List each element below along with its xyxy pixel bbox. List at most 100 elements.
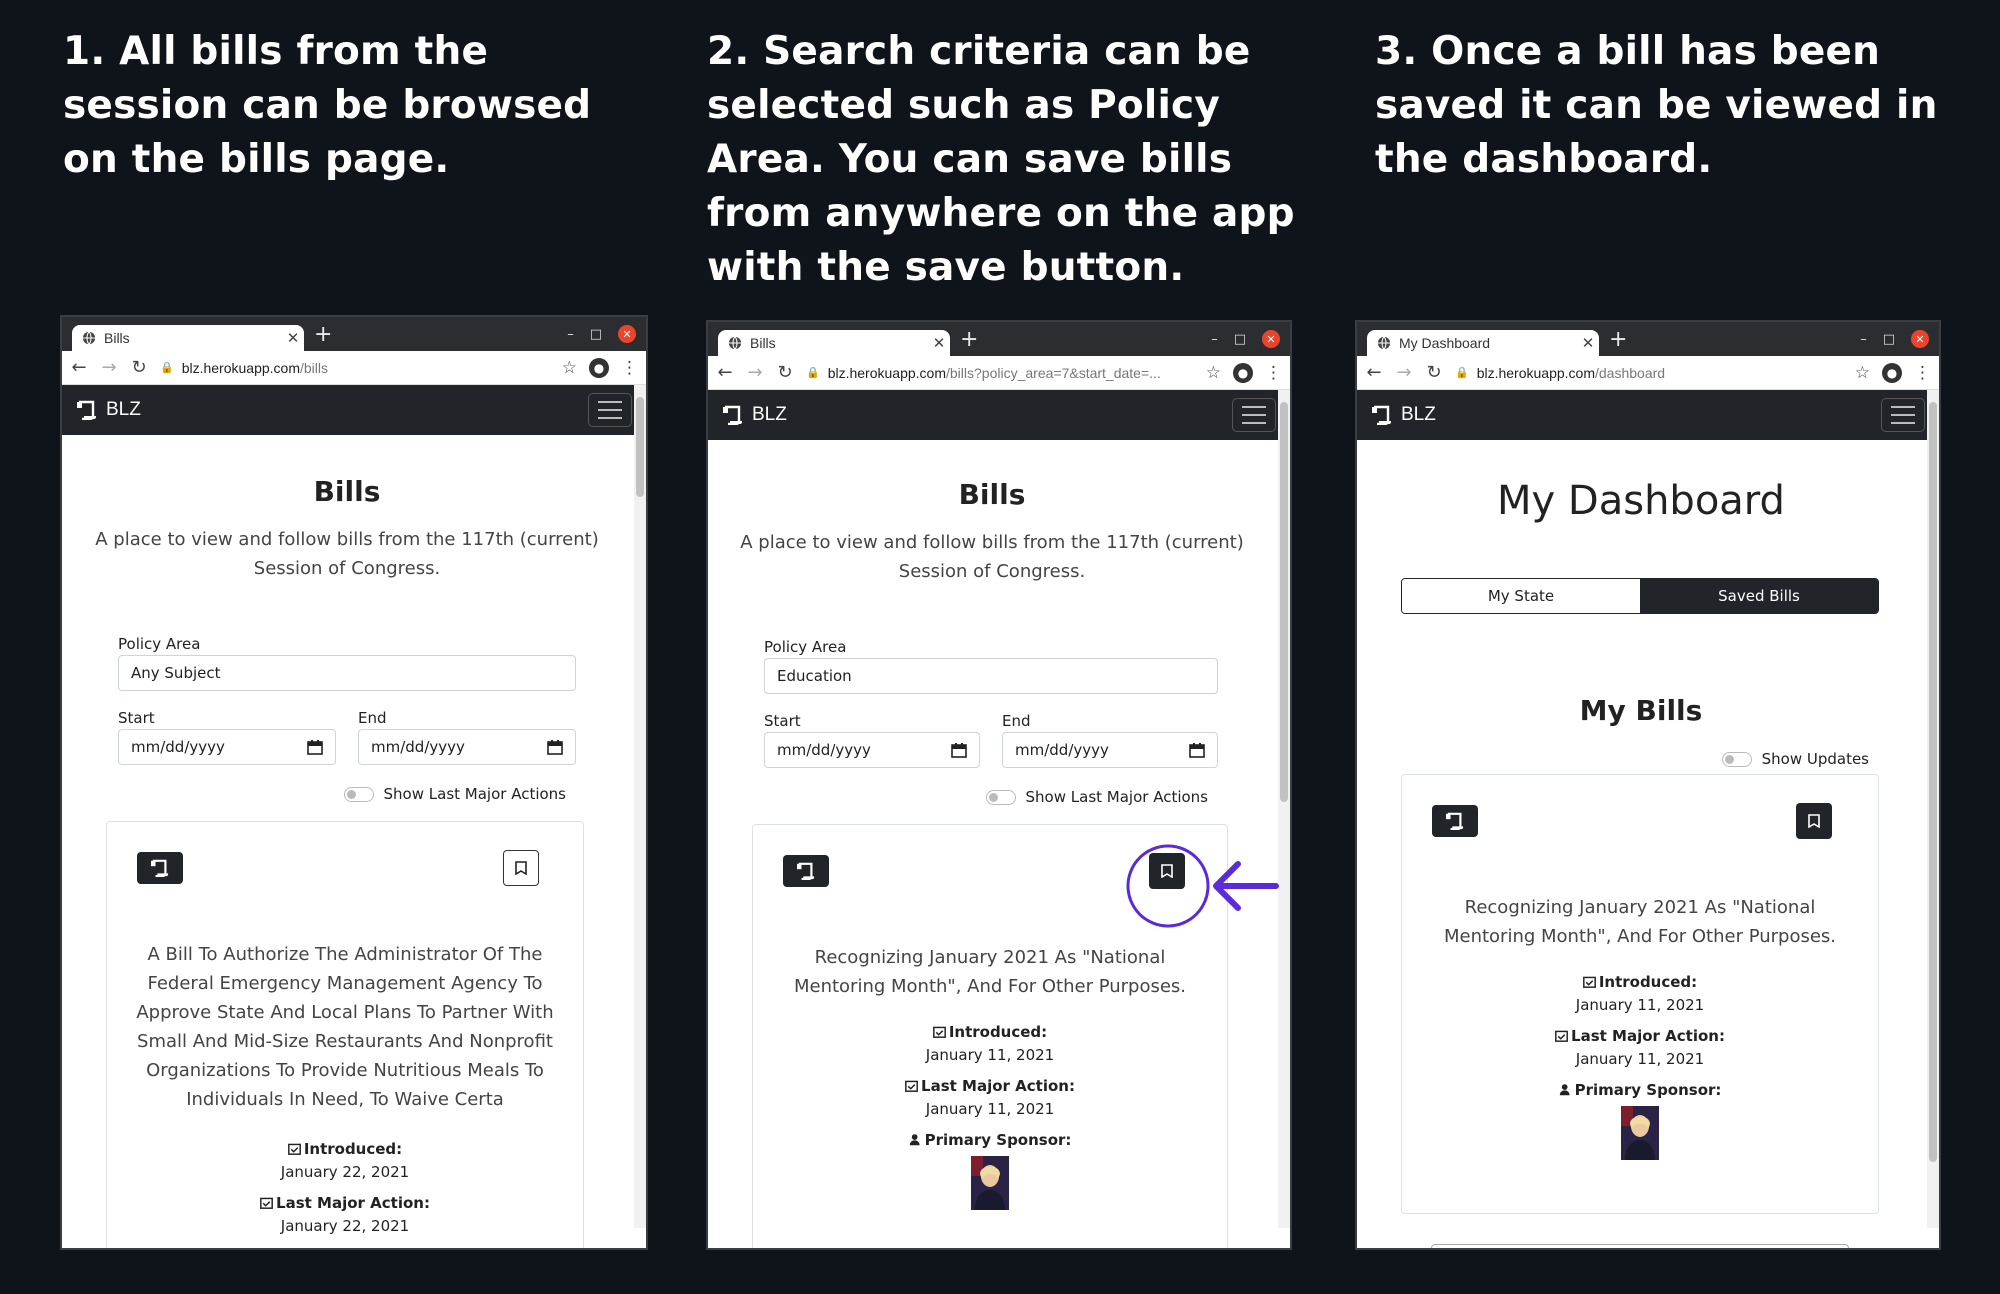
- menu-toggle-button[interactable]: [1232, 398, 1276, 432]
- globe-icon: [82, 331, 96, 345]
- browser-tab[interactable]: My Dashboard ✕: [1367, 330, 1599, 356]
- brand-link[interactable]: BLZ: [76, 399, 141, 421]
- bookmark-star-icon[interactable]: ☆: [1855, 363, 1870, 383]
- start-date-input[interactable]: mm/dd/yyyy: [764, 732, 980, 768]
- brand-link[interactable]: BLZ: [1371, 404, 1436, 426]
- bill-link-button[interactable]: [783, 855, 829, 887]
- bill-link-button[interactable]: [1432, 805, 1478, 837]
- bill-title[interactable]: Recognizing January 2021 As "National Me…: [1422, 893, 1858, 951]
- bill-meta: Introduced: January 22, 2021 Last Major …: [107, 1138, 583, 1238]
- back-icon[interactable]: ←: [70, 357, 88, 378]
- calendar-icon[interactable]: [1189, 742, 1205, 758]
- brand-link[interactable]: BLZ: [722, 404, 787, 426]
- more-menu-icon[interactable]: ⋮: [1265, 363, 1282, 383]
- show-updates-toggle[interactable]: [1721, 751, 1752, 767]
- calendar-check-icon: [287, 1143, 301, 1155]
- minimize-icon[interactable]: –: [567, 327, 574, 342]
- menu-toggle-button[interactable]: [588, 393, 632, 427]
- minimize-icon[interactable]: –: [1211, 332, 1218, 347]
- tab-saved-bills[interactable]: Saved Bills: [1640, 579, 1878, 613]
- sponsor-avatar[interactable]: [971, 1156, 1009, 1210]
- url-host: blz.herokuapp.com: [1476, 364, 1595, 381]
- maximize-icon[interactable]: □: [1234, 332, 1246, 347]
- show-updates-toggle-row: Show Updates: [1721, 750, 1869, 768]
- forward-icon[interactable]: →: [746, 362, 764, 383]
- end-date-label: End: [358, 709, 387, 727]
- policy-area-select[interactable]: Education: [764, 658, 1218, 694]
- scroll-icon: [797, 862, 815, 880]
- reload-icon[interactable]: ↻: [776, 362, 794, 383]
- tab-bar: Bills ✕ + – □ ✕: [708, 322, 1290, 356]
- tab-bar: Bills ✕ + – □ ✕: [62, 317, 646, 351]
- scrollbar[interactable]: [1278, 390, 1290, 1228]
- maximize-icon[interactable]: □: [1883, 332, 1895, 347]
- caption-step-1: 1. All bills from the session can be bro…: [63, 29, 592, 182]
- close-window-icon[interactable]: ✕: [1262, 330, 1280, 348]
- browser-tab[interactable]: Bills ✕: [718, 330, 950, 356]
- lock-icon: 🔒: [806, 367, 820, 379]
- more-menu-icon[interactable]: ⋮: [621, 358, 638, 378]
- window-controls: – □ ✕: [567, 325, 636, 343]
- close-tab-icon[interactable]: ✕: [282, 329, 304, 347]
- bill-meta: Introduced: January 11, 2021 Last Major …: [753, 1021, 1227, 1210]
- bill-link-button[interactable]: [137, 852, 183, 884]
- profile-icon[interactable]: ●: [1233, 362, 1253, 383]
- close-window-icon[interactable]: ✕: [1911, 330, 1929, 348]
- scrollbar[interactable]: [1927, 390, 1939, 1228]
- page-title: Bills: [958, 478, 1026, 511]
- calendar-check-icon: [1555, 1030, 1568, 1042]
- calendar-icon[interactable]: [307, 739, 323, 755]
- more-menu-icon[interactable]: ⋮: [1914, 363, 1931, 383]
- calendar-icon[interactable]: [951, 742, 967, 758]
- tab-my-state[interactable]: My State: [1402, 579, 1640, 613]
- last-actions-toggle[interactable]: [343, 786, 374, 802]
- address-bar[interactable]: 🔒 blz.herokuapp.com/bills?policy_area=7&…: [806, 365, 1194, 381]
- calendar-icon[interactable]: [547, 739, 563, 755]
- policy-area-select[interactable]: Any Subject: [118, 655, 576, 691]
- maximize-icon[interactable]: □: [590, 327, 602, 342]
- last-actions-toggle[interactable]: [985, 789, 1016, 805]
- address-bar[interactable]: 🔒 blz.herokuapp.com/bills: [160, 360, 550, 376]
- save-bill-button[interactable]: [503, 850, 539, 886]
- scrollbar[interactable]: [634, 385, 646, 1228]
- reload-icon[interactable]: ↻: [1425, 362, 1443, 383]
- minimize-icon[interactable]: –: [1860, 332, 1867, 347]
- new-tab-button[interactable]: +: [314, 323, 332, 347]
- end-date-input[interactable]: mm/dd/yyyy: [358, 729, 576, 765]
- caption-step-2: 2. Search criteria can be selected such …: [707, 29, 1295, 290]
- forward-icon[interactable]: →: [1395, 362, 1413, 383]
- close-window-icon[interactable]: ✕: [618, 325, 636, 343]
- profile-icon[interactable]: ●: [1882, 362, 1902, 383]
- browser-toolbar: ← → ↻ 🔒 blz.herokuapp.com/bills ☆ ● ⋮: [62, 351, 646, 385]
- close-tab-icon[interactable]: ✕: [1577, 334, 1599, 352]
- profile-icon[interactable]: ●: [589, 357, 609, 378]
- back-icon[interactable]: ←: [1365, 362, 1383, 383]
- browser-tab[interactable]: Bills ✕: [72, 325, 304, 351]
- page-viewport: BLZ Bills A place to view and follow bil…: [708, 390, 1290, 1248]
- address-bar[interactable]: 🔒 blz.herokuapp.com/dashboard: [1455, 365, 1843, 381]
- reload-icon[interactable]: ↻: [130, 357, 148, 378]
- back-icon[interactable]: ←: [716, 362, 734, 383]
- bill-title[interactable]: A Bill To Authorize The Administrator Of…: [127, 940, 563, 1114]
- last-actions-toggle-row: Show Last Major Actions: [985, 788, 1208, 806]
- sponsor-avatar[interactable]: [1621, 1106, 1659, 1160]
- browser-window-bills-filtered: Bills ✕ + – □ ✕ ← → ↻ 🔒 blz.herokuapp.co…: [706, 320, 1292, 1250]
- brand-name: BLZ: [106, 399, 141, 420]
- globe-icon: [1377, 336, 1391, 350]
- page-viewport: BLZ Bills A place to view and follow bil…: [62, 385, 646, 1248]
- forward-icon[interactable]: →: [100, 357, 118, 378]
- bookmark-star-icon[interactable]: ☆: [562, 358, 577, 378]
- close-tab-icon[interactable]: ✕: [928, 334, 950, 352]
- end-date-input[interactable]: mm/dd/yyyy: [1002, 732, 1218, 768]
- start-date-input[interactable]: mm/dd/yyyy: [118, 729, 336, 765]
- new-tab-button[interactable]: +: [1609, 328, 1627, 352]
- user-icon: [1559, 1084, 1570, 1096]
- window-controls: – □ ✕: [1211, 330, 1280, 348]
- new-tab-button[interactable]: +: [960, 328, 978, 352]
- bookmark-star-icon[interactable]: ☆: [1206, 363, 1221, 383]
- bill-title[interactable]: Recognizing January 2021 As "National Me…: [773, 943, 1207, 1001]
- menu-toggle-button[interactable]: [1881, 398, 1925, 432]
- unsave-bill-button[interactable]: [1796, 803, 1832, 839]
- section-title: My Bills: [1579, 694, 1703, 727]
- url-path: /bills: [300, 359, 329, 376]
